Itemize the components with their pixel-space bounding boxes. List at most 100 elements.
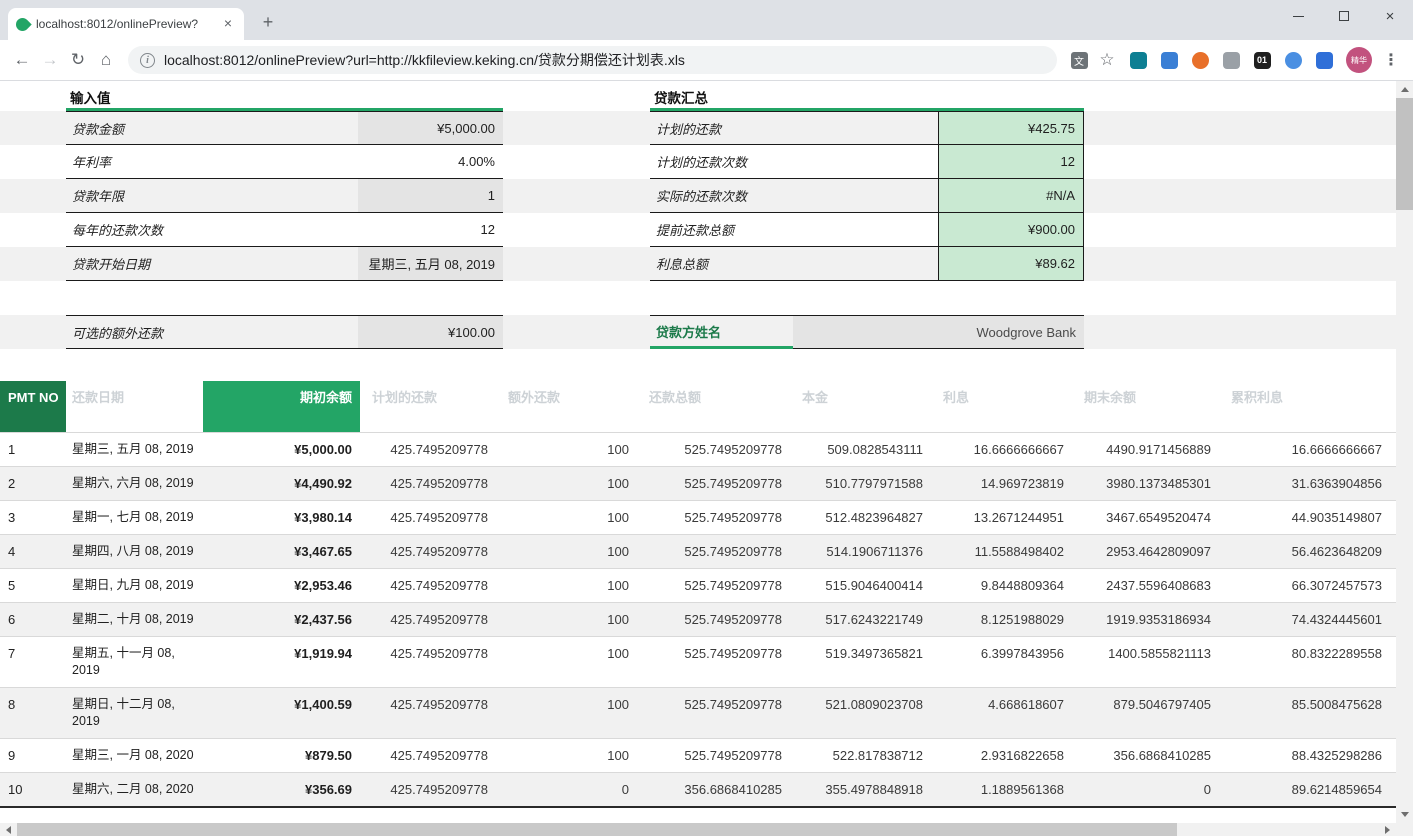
cell: 3	[0, 501, 66, 534]
badge-01-extension-icon[interactable]: 01	[1252, 50, 1272, 70]
column-header: 累积利息	[1219, 381, 1390, 432]
scroll-down-button[interactable]	[1396, 806, 1413, 823]
column-header: 本金	[790, 381, 931, 432]
scroll-up-button[interactable]	[1396, 81, 1413, 98]
scroll-left-icon	[6, 826, 11, 834]
cell: 3467.6549520474	[1072, 501, 1219, 534]
cell: 100	[496, 467, 637, 500]
vertical-scroll-thumb[interactable]	[1396, 98, 1413, 210]
maximize-button[interactable]	[1321, 0, 1367, 32]
cell: 星期三, 一月 08, 2020	[66, 739, 203, 772]
cell: 100	[496, 739, 637, 772]
cell: 10	[0, 773, 66, 806]
input-label: 贷款年限	[66, 179, 358, 213]
column-header: 额外还款	[496, 381, 637, 432]
cell: 5	[0, 569, 66, 602]
cell: 515.9046400414	[790, 569, 931, 602]
address-bar[interactable]: i localhost:8012/onlinePreview?url=http:…	[128, 46, 1057, 74]
cell: 星期日, 九月 08, 2019	[66, 569, 203, 602]
cell: 525.7495209778	[637, 433, 790, 466]
gray-anchor-extension-icon[interactable]	[1221, 50, 1241, 70]
minimize-button[interactable]	[1275, 0, 1321, 32]
cell: ¥356.69	[203, 773, 360, 806]
cell: 44.9035149807	[1219, 501, 1390, 534]
cell: 1.1889561368	[931, 773, 1072, 806]
lender-label: 贷款方姓名	[650, 315, 793, 349]
scroll-right-button[interactable]	[1379, 821, 1396, 836]
forward-icon[interactable]: →	[36, 46, 64, 74]
column-header: 还款总额	[637, 381, 790, 432]
input-value: 4.00%	[358, 145, 503, 179]
cell: 31.6363904856	[1219, 467, 1390, 500]
cell: 星期四, 八月 08, 2019	[66, 535, 203, 568]
amortization-table-header: PMT NO还款日期期初余额计划的还款额外还款还款总额本金利息期末余额累积利息	[0, 381, 1396, 433]
cell: 0	[1072, 773, 1219, 806]
table-row: 9星期三, 一月 08, 2020¥879.50425.749520977810…	[0, 739, 1396, 773]
home-icon[interactable]: ⌂	[92, 46, 120, 74]
blue-translate-extension-icon[interactable]	[1159, 50, 1179, 70]
scroll-left-button[interactable]	[0, 821, 17, 836]
cell: 525.7495209778	[637, 637, 790, 687]
cell: 510.7797971588	[790, 467, 931, 500]
browser-tab[interactable]: localhost:8012/onlinePreview? ×	[8, 8, 244, 40]
scroll-right-icon	[1385, 826, 1390, 834]
cell: 13.2671244951	[931, 501, 1072, 534]
tab-close-icon[interactable]: ×	[220, 16, 236, 32]
cell: ¥879.50	[203, 739, 360, 772]
table-row: 10星期六, 二月 08, 2020¥356.69425.74952097780…	[0, 773, 1396, 808]
cell: 88.4325298286	[1219, 739, 1390, 772]
cell: 356.6868410285	[637, 773, 790, 806]
spacer	[1084, 81, 1396, 111]
cell: 2437.5596408683	[1072, 569, 1219, 602]
cell: 100	[496, 603, 637, 636]
spacer	[503, 179, 650, 213]
cell: 66.3072457573	[1219, 569, 1390, 602]
cell: ¥1,919.94	[203, 637, 360, 687]
close-window-button[interactable]: ×	[1367, 0, 1413, 32]
spacer	[1084, 111, 1396, 145]
spacer	[1084, 179, 1396, 213]
blue-cloud-extension-icon[interactable]	[1283, 50, 1303, 70]
profile-avatar[interactable]: 精华	[1346, 47, 1372, 73]
back-icon[interactable]: ←	[8, 46, 36, 74]
reload-icon[interactable]: ↻	[64, 46, 92, 74]
gray-anchor-extension-icon-glyph	[1223, 52, 1240, 69]
cell: 525.7495209778	[637, 603, 790, 636]
vertical-scrollbar[interactable]	[1396, 81, 1413, 823]
cell: 425.7495209778	[360, 433, 496, 466]
cell: 525.7495209778	[637, 467, 790, 500]
spacer	[0, 81, 66, 111]
horizontal-scrollbar[interactable]	[0, 823, 1396, 836]
cell: 525.7495209778	[637, 501, 790, 534]
bookmark-star-icon[interactable]: ☆	[1093, 46, 1121, 74]
kebab-menu-icon[interactable]: ⋮	[1377, 46, 1405, 74]
spacer	[0, 247, 66, 281]
cell: ¥4,490.92	[203, 467, 360, 500]
cell: 16.6666666667	[931, 433, 1072, 466]
cell: 425.7495209778	[360, 535, 496, 568]
cell: 7	[0, 637, 66, 687]
blue-fox-extension-icon[interactable]	[1314, 50, 1334, 70]
cell: 2.9316822658	[931, 739, 1072, 772]
browser-titlebar: localhost:8012/onlinePreview? × + ×	[0, 0, 1413, 40]
table-row: 4星期四, 八月 08, 2019¥3,467.65425.7495209778…	[0, 535, 1396, 569]
new-tab-button[interactable]: +	[256, 10, 280, 34]
cell: 85.5008475628	[1219, 688, 1390, 738]
orange-ball-extension-icon[interactable]	[1190, 50, 1210, 70]
cell: 2	[0, 467, 66, 500]
summary-label: 计划的还款次数	[650, 145, 938, 179]
input-label: 年利率	[66, 145, 358, 179]
teal-shield-extension-icon[interactable]	[1128, 50, 1148, 70]
page-info-icon[interactable]: i	[140, 53, 155, 68]
cell: 56.4623648209	[1219, 535, 1390, 568]
cell: ¥2,437.56	[203, 603, 360, 636]
panel-header-row: 输入值 贷款汇总	[0, 81, 1396, 111]
spacer	[0, 315, 66, 349]
cell: 星期六, 六月 08, 2019	[66, 467, 203, 500]
input-panel-title: 输入值	[66, 81, 503, 111]
cell: 514.1906711376	[790, 535, 931, 568]
cell: 4.668618607	[931, 688, 1072, 738]
translate-icon[interactable]: 文	[1065, 46, 1093, 74]
horizontal-scroll-thumb[interactable]	[17, 823, 1177, 836]
spacer	[0, 179, 66, 213]
